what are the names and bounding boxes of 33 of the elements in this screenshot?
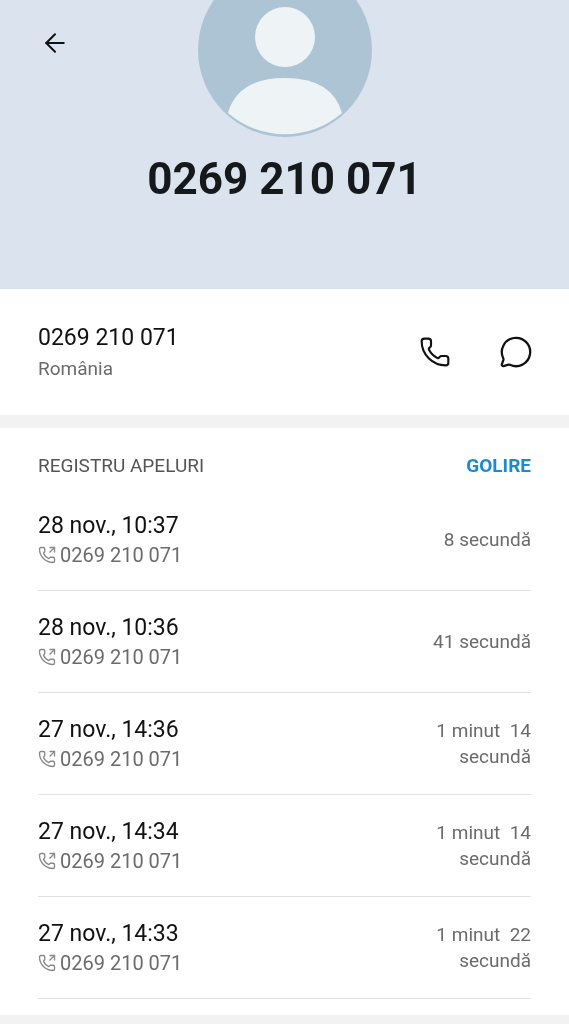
call-log-item[interactable]: 28 nov., 10:37 0269 210 071 8 secundă	[38, 489, 531, 591]
outgoing-call-icon	[38, 852, 56, 870]
call-number: 0269 210 071	[60, 749, 183, 769]
call-log-item[interactable]: 27 nov., 14:36 0269 210 071 1 minut 14 secundă	[38, 693, 531, 795]
contact-title: 0269 210 071	[147, 157, 422, 201]
outgoing-call-icon	[38, 648, 56, 666]
call-date: 27 nov., 14:34	[38, 820, 180, 843]
call-log-item[interactable]: 27 nov., 14:33 0269 210 071 1 minut 22 secundă	[38, 897, 531, 999]
call-number: 0269 210 071	[60, 647, 183, 667]
call-log-item[interactable]: 28 nov., 10:36 0269 210 071 41 secundă	[38, 591, 531, 693]
phone-icon	[419, 336, 451, 368]
country-label: România	[38, 359, 114, 378]
call-date: 27 nov., 14:33	[38, 922, 180, 945]
call-duration: 1 minut 14 secundă	[435, 819, 531, 872]
outgoing-call-icon	[38, 954, 56, 972]
outgoing-call-icon	[38, 546, 56, 564]
call-number: 0269 210 071	[60, 953, 183, 973]
call-duration: 8 secundă	[442, 526, 531, 553]
call-log-item[interactable]: 27 nov., 14:34 0269 210 071 1 minut 14 secundă	[38, 795, 531, 897]
avatar-icon	[197, 0, 372, 137]
phone-number: 0269 210 071	[38, 326, 180, 349]
call-duration: 41 secundă	[432, 628, 531, 655]
call-date: 27 nov., 14:36	[38, 718, 180, 741]
call-duration: 1 minut 22 secundă	[435, 921, 531, 974]
message-icon	[499, 335, 533, 369]
call-number: 0269 210 071	[60, 851, 183, 871]
call-date: 28 nov., 10:37	[38, 514, 180, 537]
call-duration: 1 minut 14 secundă	[435, 717, 531, 770]
outgoing-call-icon	[38, 750, 56, 768]
section-title: REGISTRU APELURI	[38, 456, 205, 475]
call-date: 28 nov., 10:36	[38, 616, 180, 639]
clear-button[interactable]: GOLIRE	[466, 456, 531, 475]
call-number: 0269 210 071	[60, 545, 183, 565]
